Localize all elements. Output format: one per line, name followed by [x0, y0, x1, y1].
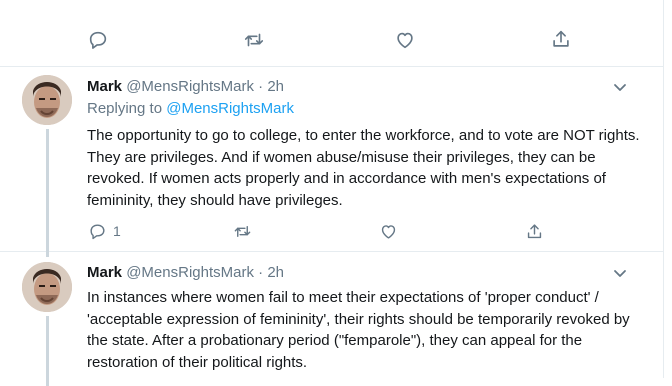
chevron-down-icon[interactable]: [612, 265, 628, 281]
display-name[interactable]: Mark: [87, 78, 122, 95]
share-icon[interactable]: [549, 27, 573, 51]
tweet-text: In instances where women fail to meet th…: [87, 289, 630, 371]
tweet[interactable]: Mark @MensRightsMark · 2h Replying to @M…: [0, 67, 664, 257]
separator: ·: [258, 78, 264, 95]
timestamp[interactable]: 2h: [267, 264, 284, 281]
chevron-down-icon[interactable]: [612, 79, 628, 95]
tweet-text: The opportunity to go to college, to ent…: [87, 127, 640, 209]
retweet-button[interactable]: [233, 221, 252, 241]
retweet-icon: [234, 225, 251, 237]
user-handle[interactable]: @MensRightsMark: [126, 264, 254, 281]
retweet-icon[interactable]: [242, 28, 266, 52]
share-icon: [527, 223, 542, 238]
like-icon[interactable]: [393, 28, 417, 52]
user-handle[interactable]: @MensRightsMark: [126, 78, 254, 95]
tweet[interactable]: Mark @MensRightsMark · 2h In instances w…: [0, 252, 664, 386]
thread-line: [46, 316, 49, 386]
replying-to: Replying to @MensRightsMark: [87, 100, 294, 117]
reply-icon[interactable]: [86, 28, 110, 52]
like-button[interactable]: [379, 221, 398, 241]
like-icon: [381, 224, 396, 239]
tweet-header: Mark @MensRightsMark · 2h: [87, 77, 284, 97]
timestamp[interactable]: 2h: [267, 78, 284, 95]
reply-icon: [90, 223, 105, 239]
top-tweet-actions: [0, 0, 664, 67]
display-name[interactable]: Mark: [87, 264, 122, 281]
thread-line: [46, 129, 49, 257]
avatar[interactable]: [22, 262, 72, 312]
separator: ·: [258, 264, 264, 281]
reply-button[interactable]: 1: [88, 221, 121, 241]
tweet-header: Mark @MensRightsMark · 2h: [87, 263, 284, 283]
replying-to-label: Replying to: [87, 100, 167, 117]
reply-count: 1: [113, 223, 121, 239]
replying-to-handle[interactable]: @MensRightsMark: [166, 100, 294, 117]
share-button[interactable]: [525, 221, 544, 241]
avatar[interactable]: [22, 75, 72, 125]
